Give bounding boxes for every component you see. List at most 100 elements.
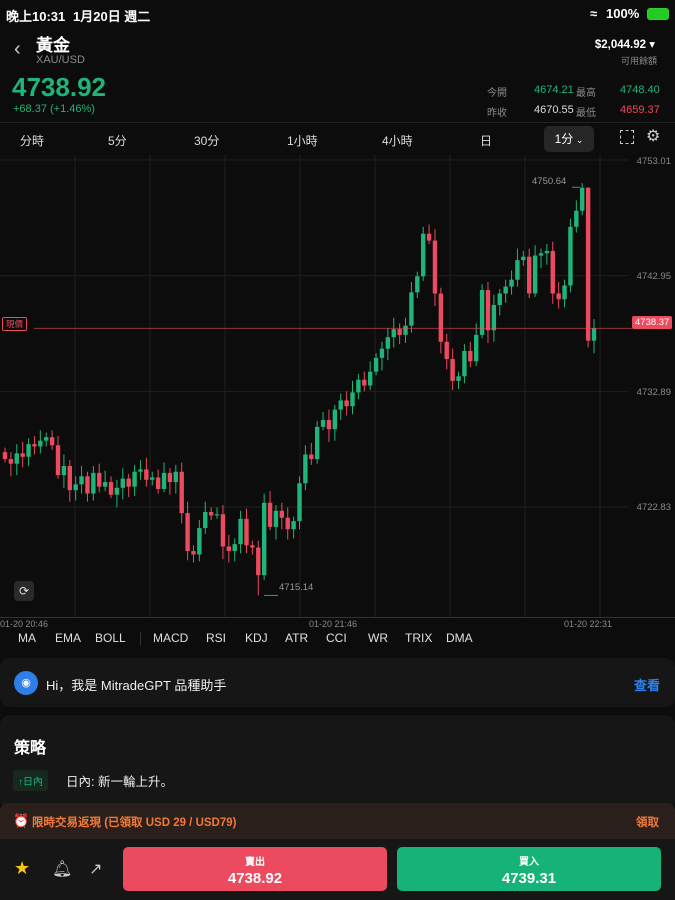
bell-icon[interactable]: 🔔︎ — [52, 859, 72, 879]
candle-down — [20, 453, 25, 457]
buy-price: 4739.31 — [501, 870, 557, 887]
indicator-rsi[interactable]: RSI — [206, 631, 226, 645]
candle-up — [515, 260, 520, 280]
candle-down — [485, 290, 491, 331]
candle-up — [150, 477, 155, 480]
candle-down — [67, 465, 72, 491]
battery-icon — [647, 8, 669, 20]
candle-up — [173, 471, 179, 483]
candle-down — [32, 444, 37, 447]
strategy-card: 策略 ↑日內 日內: 新一輪上升。 — [0, 715, 675, 810]
sell-label: 賣出 — [245, 857, 265, 868]
y-tick-label: 4732.89 — [636, 387, 671, 398]
interval-dropdown[interactable]: 1分 ⌄ — [544, 126, 594, 152]
back-button[interactable]: ‹ — [14, 38, 21, 61]
candle-up — [214, 514, 220, 516]
candle-up — [409, 292, 414, 326]
tab-time-share[interactable]: 分時 — [20, 132, 44, 149]
tab-30min[interactable]: 30分 — [194, 132, 219, 149]
candle-up — [291, 521, 296, 530]
candle-up — [320, 419, 326, 427]
candle-down — [244, 518, 249, 546]
candle-up — [91, 472, 96, 494]
candle-down — [309, 454, 314, 460]
sell-button[interactable]: 賣出 4738.92 — [123, 847, 387, 891]
gpt-view-link[interactable]: 查看 — [634, 675, 660, 694]
candle-up — [562, 285, 567, 300]
candle-up — [79, 476, 84, 485]
candle-up — [61, 465, 67, 476]
candle-down — [397, 329, 402, 335]
min-price-label: 4715.14 — [279, 582, 314, 593]
gpt-assistant-card[interactable]: ◉ Hi，我是 MitradeGPT 品種助手 查看 — [0, 658, 675, 707]
candle-down — [2, 452, 8, 460]
favorite-star-icon[interactable]: ★ — [14, 858, 30, 879]
balance-value: $2,044.92 — [594, 39, 647, 51]
buy-label: 買入 — [519, 857, 539, 868]
candle-up — [14, 453, 19, 464]
candle-up — [420, 233, 426, 277]
indicator-atr[interactable]: ATR — [285, 631, 308, 645]
prev-close-value: 4670.55 — [534, 104, 574, 116]
rotate-screen-icon[interactable]: ⟳ — [14, 581, 34, 601]
low-label: 最低 — [576, 108, 596, 119]
candle-up — [297, 483, 302, 522]
candle-up — [26, 444, 31, 457]
candle-up — [379, 348, 385, 358]
candle-down — [55, 445, 61, 476]
indicator-ema[interactable]: EMA — [55, 631, 81, 645]
candle-down — [155, 477, 161, 489]
chart-divider — [0, 617, 675, 618]
candle-up — [203, 511, 208, 529]
balance-dropdown[interactable]: $2,044.92 ▾ — [595, 37, 655, 51]
candle-up — [456, 376, 461, 381]
indicator-trix[interactable]: TRIX — [405, 631, 432, 645]
indicator-dma[interactable]: DMA — [446, 631, 473, 645]
tab-4hour[interactable]: 4小時 — [382, 132, 413, 149]
open-label: 今開 — [487, 88, 507, 99]
candlestick-chart[interactable] — [0, 155, 675, 617]
settings-gear-icon[interactable]: ⚙ — [646, 126, 660, 146]
candle-up — [197, 528, 202, 555]
indicator-divider — [140, 632, 141, 646]
candle-up — [44, 437, 49, 441]
chevron-down-icon: ⌄ — [573, 135, 584, 145]
tab-1hour[interactable]: 1小時 — [287, 132, 318, 149]
tab-day[interactable]: 日 — [480, 132, 492, 149]
candle-up — [544, 250, 550, 254]
indicator-ma[interactable]: MA — [18, 631, 36, 645]
candle-up — [532, 255, 538, 294]
promo-banner[interactable]: ⏰ 限時交易返現 (已領取 USD 29 / USD79) 領取 — [0, 803, 675, 839]
candle-up — [238, 518, 243, 545]
candle-up — [580, 187, 585, 211]
low-value: 4659.37 — [620, 104, 660, 116]
indicator-kdj[interactable]: KDJ — [245, 631, 268, 645]
candle-up — [232, 544, 237, 552]
indicator-boll[interactable]: BOLL — [95, 631, 126, 645]
share-icon[interactable]: ↗ — [89, 859, 102, 879]
indicator-macd[interactable]: MACD — [153, 631, 188, 645]
candle-up — [114, 487, 120, 495]
candle-down — [85, 476, 90, 494]
candle-down — [550, 250, 555, 294]
tab-5min[interactable]: 5分 — [108, 132, 127, 149]
promo-claim-button[interactable]: 領取 — [636, 814, 659, 830]
candle-up — [474, 334, 479, 362]
candle-down — [185, 513, 190, 552]
candle-down — [256, 547, 261, 576]
candle-down — [426, 233, 432, 241]
x-tick-label: 01-20 20:46 — [0, 619, 49, 629]
y-tick-label: 4722.83 — [636, 502, 671, 513]
candle-down — [279, 510, 285, 518]
balance-label: 可用餘額 — [620, 56, 657, 66]
candle-up — [338, 400, 343, 410]
y-tick-label: 4753.01 — [636, 156, 671, 167]
indicator-cci[interactable]: CCI — [326, 631, 347, 645]
interval-tabs: 分時 5分 30分 1小時 4小時 日 1分 ⌄ ⚙ — [0, 122, 675, 154]
fullscreen-icon[interactable] — [620, 130, 634, 144]
candle-down — [108, 482, 114, 495]
buy-button[interactable]: 買入 4739.31 — [397, 847, 661, 891]
instrument-title: 黃金 — [36, 36, 70, 55]
candle-up — [132, 471, 137, 487]
indicator-wr[interactable]: WR — [368, 631, 388, 645]
